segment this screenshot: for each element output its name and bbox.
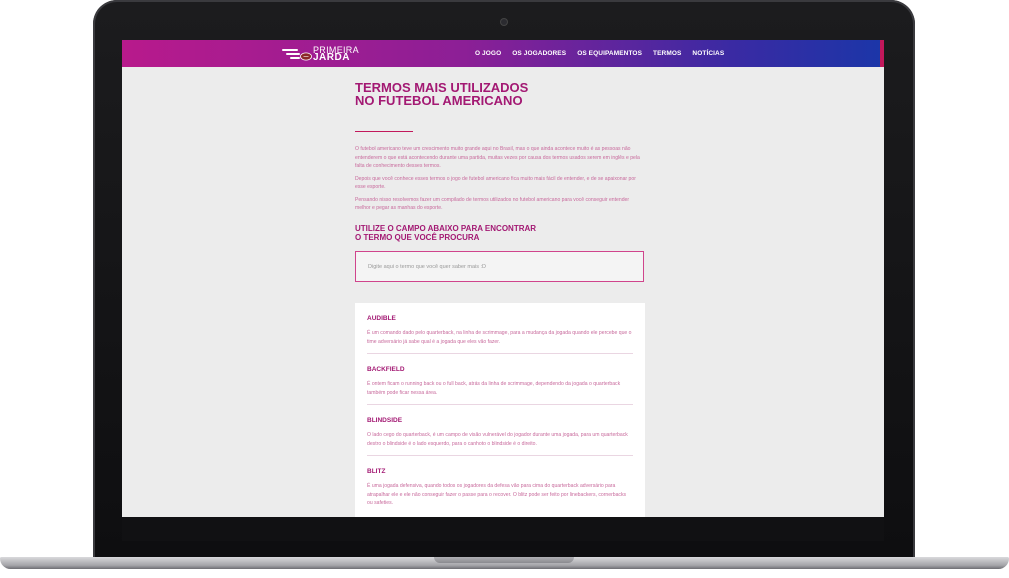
page-title: TERMOS MAIS UTILIZADOS NO FUTEBOL AMERIC… [355,81,645,107]
search-heading: UTILIZE O CAMPO ABAIXO PARA ENCONTRAR O … [355,224,645,242]
laptop-bezel-bottom [122,517,884,541]
term-description: É um comando dado pelo quarterback, na l… [367,330,632,345]
main-content: TERMOS MAIS UTILIZADOS NO FUTEBOL AMERIC… [355,81,645,242]
term-description: O lado cego do quarterback, é um campo d… [367,432,628,447]
search-heading-line1: UTILIZE O CAMPO ABAIXO PARA ENCONTRAR [355,223,537,233]
website-screen: PRIMEIRA JARDA O JOGO OS JOGADORES OS EQ… [122,40,884,517]
search-field [355,251,655,282]
page-title-line2: NO FUTEBOL AMERICANO [355,93,523,108]
intro-paragraph: O futebol americano teve um crescimento … [355,146,640,169]
intro-paragraph: Depois que você conhece esses termos o j… [355,175,636,191]
list-item: BLINDSIDE O lado cego do quarterback, é … [367,405,633,456]
site-logo[interactable]: PRIMEIRA JARDA [282,45,359,63]
nav-item-termos[interactable]: TERMOS [653,50,681,57]
term-title: BLINDSIDE [367,417,403,424]
scrollbar[interactable] [880,40,884,67]
term-title: BACKFIELD [367,366,405,373]
nav-item-os-equipamentos[interactable]: OS EQUIPAMENTOS [577,50,642,57]
nav-item-noticias[interactable]: NOTÍCIAS [692,50,724,57]
list-item: BLITZ É uma jogada defensiva, quando tod… [367,456,633,515]
search-input[interactable] [356,252,655,281]
term-title: BLITZ [367,468,386,475]
camera-icon [501,19,507,25]
football-speed-icon [282,46,312,62]
search-heading-line2: O TERMO QUE VOCÊ PROCURA [355,232,480,242]
term-title: AUDIBLE [367,315,396,322]
nav-item-o-jogo[interactable]: O JOGO [475,50,501,57]
list-item: AUDIBLE É um comando dado pelo quarterba… [367,303,633,354]
main-nav: O JOGO OS JOGADORES OS EQUIPAMENTOS TERM… [475,40,724,67]
nav-item-os-jogadores[interactable]: OS JOGADORES [512,50,566,57]
term-description: É uma jogada defensiva, quando todos os … [367,483,627,506]
term-description: É ontem ficam o running back ou o full b… [367,381,621,396]
list-item: BACKFIELD É ontem ficam o running back o… [367,354,633,405]
terms-list: AUDIBLE É um comando dado pelo quarterba… [355,303,645,517]
intro-paragraph: Pensando nisso resolvemos fazer um compi… [355,196,630,212]
laptop-notch [434,557,574,563]
logo-text-jarda: JARDA [313,52,350,63]
title-divider [355,131,413,132]
intro-text: O futebol americano teve um crescimento … [355,145,645,213]
top-navbar: PRIMEIRA JARDA O JOGO OS JOGADORES OS EQ… [122,40,884,67]
